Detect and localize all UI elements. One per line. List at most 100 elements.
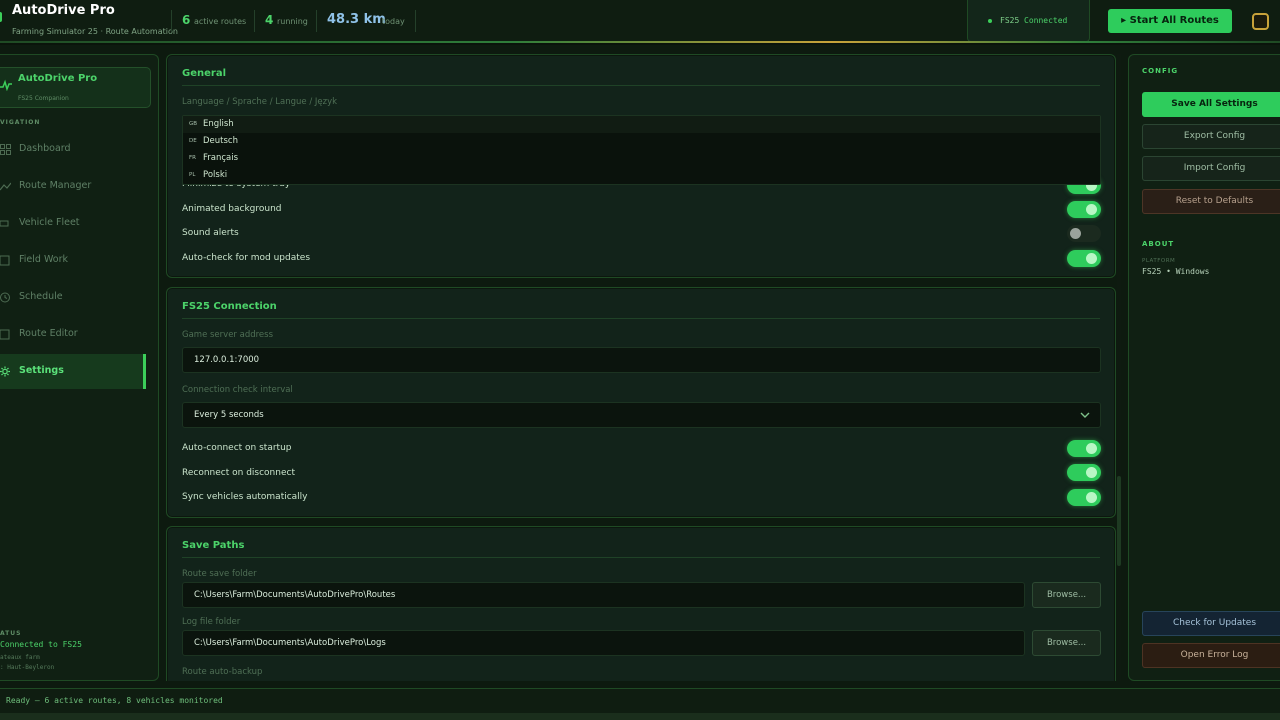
- sidebar-item-settings[interactable]: Settings: [0, 354, 146, 389]
- scrollbar-thumb[interactable]: [1117, 476, 1121, 566]
- sync-vehicles-toggle[interactable]: [1067, 489, 1101, 506]
- brand-mark: [0, 12, 2, 22]
- language-name: Français: [203, 153, 239, 163]
- app-title: AutoDrive Pro: [12, 3, 115, 18]
- stat-active-routes-label: active routes: [194, 17, 247, 26]
- toggle-knob: [1070, 228, 1081, 239]
- sidebar-brand[interactable]: AutoDrive Pro FS25 Companion: [0, 67, 151, 108]
- toggle-knob: [1086, 492, 1097, 503]
- route-folder-label: Route save folder: [182, 569, 257, 579]
- animated-background-label: Animated background: [182, 204, 282, 214]
- reset-defaults-button[interactable]: Reset to Defaults: [1142, 189, 1280, 214]
- server-address-input[interactable]: 127.0.0.1:7000: [182, 347, 1101, 373]
- sidebar-item-field-work[interactable]: Field Work: [0, 243, 146, 278]
- save-all-settings-button[interactable]: Save All Settings: [1142, 92, 1280, 117]
- connection-game: FS25: [1000, 16, 1020, 25]
- app-subtitle: Farming Simulator 25 · Route Automation: [12, 27, 178, 36]
- animated-background-toggle[interactable]: [1067, 201, 1101, 218]
- sidebar-item-schedule[interactable]: Schedule: [0, 280, 146, 315]
- content-scrollbar[interactable]: [1117, 54, 1121, 681]
- open-error-log-button[interactable]: Open Error Log: [1142, 643, 1280, 668]
- reconnect-toggle[interactable]: [1067, 464, 1101, 481]
- sidebar-item-route-manager[interactable]: Route Manager: [0, 169, 146, 204]
- connection-state: Connected: [1024, 16, 1068, 25]
- config-panel: CONFIG Save All Settings Export Config I…: [1128, 54, 1280, 681]
- card-title: General: [182, 68, 226, 79]
- sidebar-item-label: Route Manager: [19, 180, 92, 191]
- top-bar: AutoDrive Pro Farming Simulator 25 · Rou…: [0, 0, 1280, 43]
- language-name: English: [203, 119, 234, 129]
- chevron-down-icon: [1080, 412, 1090, 418]
- sound-alerts-toggle[interactable]: [1067, 225, 1101, 242]
- route-icon: [0, 182, 11, 191]
- card-divider: [182, 557, 1100, 558]
- route-folder-browse-button[interactable]: Browse...: [1032, 582, 1101, 608]
- card-title: FS25 Connection: [182, 301, 277, 312]
- sync-vehicles-label: Sync vehicles automatically: [182, 492, 308, 502]
- sidebar-item-vehicle-fleet[interactable]: Vehicle Fleet: [0, 206, 146, 241]
- export-config-button[interactable]: Export Config: [1142, 124, 1280, 149]
- sidebar-item-route-editor[interactable]: Route Editor: [0, 317, 146, 352]
- auto-check-updates-toggle[interactable]: [1067, 250, 1101, 267]
- sidebar-status-map: : Haut-Beyleron: [0, 664, 55, 671]
- settings-content: General Language / Sprache / Langue / Ję…: [166, 54, 1118, 681]
- route-folder-input[interactable]: C:\Users\Farm\Documents\AutoDrivePro\Rou…: [182, 582, 1025, 608]
- sidebar-item-label: Field Work: [19, 254, 69, 265]
- save-paths-card: Save Paths Route save folder C:\Users\Fa…: [166, 526, 1116, 681]
- sidebar-item-label: Dashboard: [19, 143, 71, 154]
- auto-connect-label: Auto-connect on startup: [182, 443, 292, 453]
- sidebar-item-dashboard[interactable]: Dashboard: [0, 132, 146, 167]
- log-folder-label: Log file folder: [182, 617, 241, 627]
- language-name: Deutsch: [203, 136, 238, 146]
- config-heading: CONFIG: [1142, 67, 1179, 75]
- activity-icon: [0, 79, 12, 91]
- sidebar-item-label: Schedule: [19, 291, 63, 302]
- status-bar-text: Ready — 6 active routes, 8 vehicles moni…: [6, 696, 223, 705]
- stat-running-value: 4: [265, 13, 274, 27]
- card-divider: [182, 85, 1100, 86]
- auto-check-updates-label: Auto-check for mod updates: [182, 253, 311, 263]
- sidebar-item-label: Route Editor: [19, 328, 78, 339]
- field-icon: [0, 255, 10, 266]
- log-folder-input[interactable]: C:\Users\Farm\Documents\AutoDrivePro\Log…: [182, 630, 1025, 656]
- auto-connect-toggle[interactable]: [1067, 440, 1101, 457]
- grid-icon: [0, 144, 11, 155]
- language-option-polski[interactable]: PL Polski: [183, 167, 1100, 184]
- header-glow-line: [0, 41, 1280, 43]
- language-label: Language / Sprache / Langue / Język: [182, 97, 338, 107]
- clock-icon: [0, 292, 10, 303]
- sidebar-brand-title: AutoDrive Pro: [18, 73, 98, 84]
- stat-divider: [254, 10, 255, 32]
- language-option-english[interactable]: GB English: [183, 116, 1100, 133]
- sidebar-item-label: Settings: [19, 365, 64, 376]
- check-interval-label: Connection check interval: [182, 385, 293, 395]
- toggle-knob: [1086, 467, 1097, 478]
- platform-value: FS25 • Windows: [1142, 267, 1210, 276]
- vehicle-icon: [0, 220, 9, 227]
- stat-distance-label: today: [382, 17, 405, 26]
- connection-status-pill[interactable]: FS25 Connected: [967, 0, 1090, 42]
- general-settings-card: General Language / Sprache / Langue / Ję…: [166, 54, 1116, 278]
- language-option-francais[interactable]: FR Français: [183, 150, 1100, 167]
- footer-edge: [0, 713, 1280, 720]
- platform-label: PLATFORM: [1142, 258, 1176, 264]
- language-dropdown-list[interactable]: GB English DE Deutsch FR Français PL Pol…: [182, 115, 1101, 185]
- start-all-routes-button[interactable]: ▸ Start All Routes: [1108, 9, 1232, 33]
- language-option-deutsch[interactable]: DE Deutsch: [183, 133, 1100, 150]
- profile-icon[interactable]: [1252, 13, 1269, 30]
- toggle-knob: [1086, 443, 1097, 454]
- check-updates-button[interactable]: Check for Updates: [1142, 611, 1280, 636]
- stat-divider: [171, 10, 172, 32]
- flag-code: PL: [189, 172, 196, 178]
- check-interval-select[interactable]: Every 5 seconds: [182, 402, 1101, 428]
- check-interval-value: Every 5 seconds: [194, 410, 264, 420]
- editor-icon: [0, 329, 10, 340]
- sidebar: AutoDrive Pro FS25 Companion VIGATION Da…: [0, 54, 159, 681]
- import-config-button[interactable]: Import Config: [1142, 156, 1280, 181]
- log-folder-browse-button[interactable]: Browse...: [1032, 630, 1101, 656]
- sidebar-status-connected: Connected to FS25: [0, 640, 82, 649]
- stat-active-routes-value: 6: [182, 13, 191, 27]
- sidebar-brand-subtitle: FS25 Companion: [18, 95, 69, 102]
- toggle-knob: [1086, 253, 1097, 264]
- flag-code: DE: [189, 138, 197, 144]
